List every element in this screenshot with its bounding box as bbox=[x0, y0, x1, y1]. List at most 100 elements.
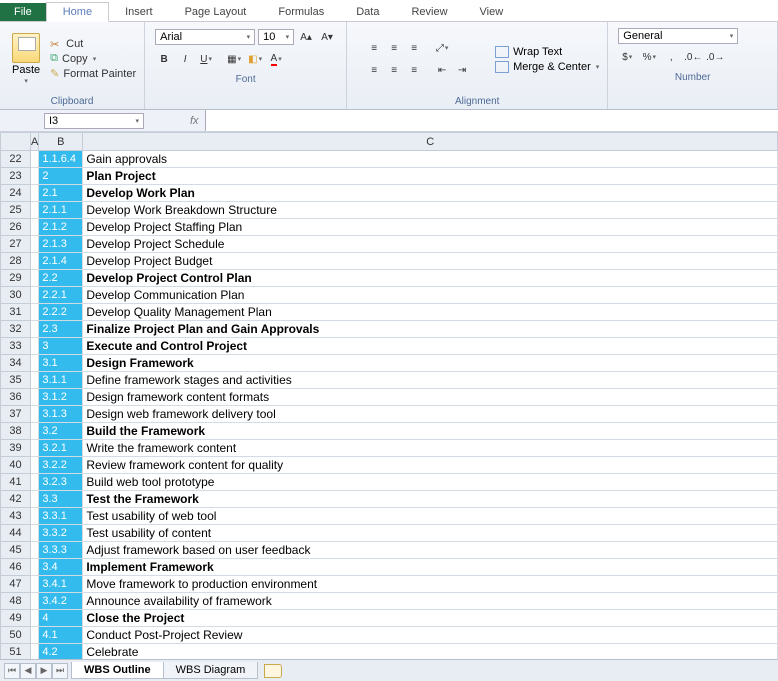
cell[interactable] bbox=[31, 644, 39, 660]
cell[interactable]: Announce availability of framework bbox=[83, 593, 778, 610]
number-format-combo[interactable]: General▾ bbox=[618, 28, 738, 44]
cell[interactable]: 3.4.2 bbox=[39, 593, 83, 610]
fx-icon[interactable]: fx bbox=[184, 115, 205, 127]
cell[interactable]: 2.2 bbox=[39, 270, 83, 287]
cell[interactable]: 2.1.1 bbox=[39, 202, 83, 219]
cell[interactable]: Gain approvals bbox=[83, 151, 778, 168]
cell[interactable] bbox=[31, 508, 39, 525]
align-right-button[interactable]: ≡ bbox=[405, 61, 423, 79]
cell[interactable]: 3.2.2 bbox=[39, 457, 83, 474]
decrease-indent-button[interactable]: ⇤ bbox=[433, 61, 451, 79]
cell[interactable] bbox=[31, 406, 39, 423]
cell[interactable] bbox=[31, 525, 39, 542]
cell[interactable]: Develop Project Control Plan bbox=[83, 270, 778, 287]
sheet-nav-prev[interactable]: ◀ bbox=[20, 663, 36, 679]
cell[interactable]: 4.2 bbox=[39, 644, 83, 660]
currency-button[interactable]: $ bbox=[618, 48, 636, 66]
row-header[interactable]: 23 bbox=[1, 168, 31, 185]
cell[interactable]: 3.3.3 bbox=[39, 542, 83, 559]
row-header[interactable]: 46 bbox=[1, 559, 31, 576]
ribbon-tab-insert[interactable]: Insert bbox=[109, 3, 169, 21]
row-header[interactable]: 41 bbox=[1, 474, 31, 491]
cell[interactable]: 3.2.3 bbox=[39, 474, 83, 491]
font-name-combo[interactable]: Arial▾ bbox=[155, 29, 255, 45]
font-size-combo[interactable]: 10▾ bbox=[258, 29, 294, 45]
cell[interactable] bbox=[31, 576, 39, 593]
bold-button[interactable]: B bbox=[155, 50, 173, 68]
ribbon-tab-data[interactable]: Data bbox=[340, 3, 395, 21]
cell[interactable]: 3.4.1 bbox=[39, 576, 83, 593]
cut-button[interactable]: Cut bbox=[50, 38, 136, 50]
cell[interactable]: Develop Project Schedule bbox=[83, 236, 778, 253]
cell[interactable]: Define framework stages and activities bbox=[83, 372, 778, 389]
align-top-button[interactable]: ≡ bbox=[365, 39, 383, 57]
cell[interactable]: 3.2 bbox=[39, 423, 83, 440]
underline-button[interactable]: U bbox=[197, 50, 215, 68]
cell[interactable]: Implement Framework bbox=[83, 559, 778, 576]
cell[interactable]: Design Framework bbox=[83, 355, 778, 372]
col-header[interactable]: C bbox=[83, 133, 778, 151]
sheet-nav-next[interactable]: ▶ bbox=[36, 663, 52, 679]
cell[interactable] bbox=[31, 253, 39, 270]
cell[interactable] bbox=[31, 185, 39, 202]
cell[interactable]: Build web tool prototype bbox=[83, 474, 778, 491]
row-header[interactable]: 22 bbox=[1, 151, 31, 168]
row-header[interactable]: 29 bbox=[1, 270, 31, 287]
cell[interactable]: Develop Communication Plan bbox=[83, 287, 778, 304]
cell[interactable] bbox=[31, 559, 39, 576]
row-header[interactable]: 26 bbox=[1, 219, 31, 236]
increase-indent-button[interactable]: ⇥ bbox=[453, 61, 471, 79]
row-header[interactable]: 45 bbox=[1, 542, 31, 559]
cell[interactable] bbox=[31, 151, 39, 168]
cell[interactable] bbox=[31, 423, 39, 440]
row-header[interactable]: 30 bbox=[1, 287, 31, 304]
cell[interactable]: Test usability of content bbox=[83, 525, 778, 542]
file-tab[interactable]: File bbox=[0, 3, 46, 21]
orientation-button[interactable]: ⤢ bbox=[433, 39, 451, 57]
shrink-font-button[interactable]: A▾ bbox=[318, 28, 336, 46]
col-header[interactable]: B bbox=[39, 133, 83, 151]
row-header[interactable]: 43 bbox=[1, 508, 31, 525]
wrap-text-button[interactable]: Wrap Text bbox=[495, 46, 599, 58]
cell[interactable] bbox=[31, 287, 39, 304]
italic-button[interactable]: I bbox=[176, 50, 194, 68]
cell[interactable]: Write the framework content bbox=[83, 440, 778, 457]
cell[interactable] bbox=[31, 202, 39, 219]
cell[interactable]: Celebrate bbox=[83, 644, 778, 660]
cell[interactable]: 3.2.1 bbox=[39, 440, 83, 457]
cell[interactable]: 3 bbox=[39, 338, 83, 355]
format-painter-button[interactable]: Format Painter bbox=[50, 67, 136, 80]
cell[interactable]: 2.3 bbox=[39, 321, 83, 338]
align-center-button[interactable]: ≡ bbox=[385, 61, 403, 79]
ribbon-tab-home[interactable]: Home bbox=[46, 2, 109, 22]
row-header[interactable]: 47 bbox=[1, 576, 31, 593]
cell[interactable]: 3.1 bbox=[39, 355, 83, 372]
comma-button[interactable]: , bbox=[662, 48, 680, 66]
cell[interactable] bbox=[31, 321, 39, 338]
cell[interactable] bbox=[31, 491, 39, 508]
cell[interactable]: 2 bbox=[39, 168, 83, 185]
row-header[interactable]: 33 bbox=[1, 338, 31, 355]
cell[interactable]: 2.1.4 bbox=[39, 253, 83, 270]
row-header[interactable]: 38 bbox=[1, 423, 31, 440]
cell[interactable] bbox=[31, 270, 39, 287]
cell[interactable] bbox=[31, 542, 39, 559]
ribbon-tab-review[interactable]: Review bbox=[395, 3, 463, 21]
cell[interactable] bbox=[31, 219, 39, 236]
cell[interactable]: 4 bbox=[39, 610, 83, 627]
cell[interactable]: 2.1.3 bbox=[39, 236, 83, 253]
cell[interactable]: Design web framework delivery tool bbox=[83, 406, 778, 423]
cell[interactable]: 3.3 bbox=[39, 491, 83, 508]
row-header[interactable]: 44 bbox=[1, 525, 31, 542]
row-header[interactable]: 36 bbox=[1, 389, 31, 406]
cell[interactable] bbox=[31, 355, 39, 372]
cell[interactable]: 3.1.1 bbox=[39, 372, 83, 389]
font-color-button[interactable]: A bbox=[267, 50, 285, 68]
row-header[interactable]: 34 bbox=[1, 355, 31, 372]
cell[interactable]: 2.1 bbox=[39, 185, 83, 202]
row-header[interactable]: 24 bbox=[1, 185, 31, 202]
merge-center-button[interactable]: Merge & Center bbox=[495, 61, 599, 73]
fill-color-button[interactable]: ◧ bbox=[246, 50, 264, 68]
grow-font-button[interactable]: A▴ bbox=[297, 28, 315, 46]
new-sheet-button[interactable] bbox=[264, 664, 282, 678]
